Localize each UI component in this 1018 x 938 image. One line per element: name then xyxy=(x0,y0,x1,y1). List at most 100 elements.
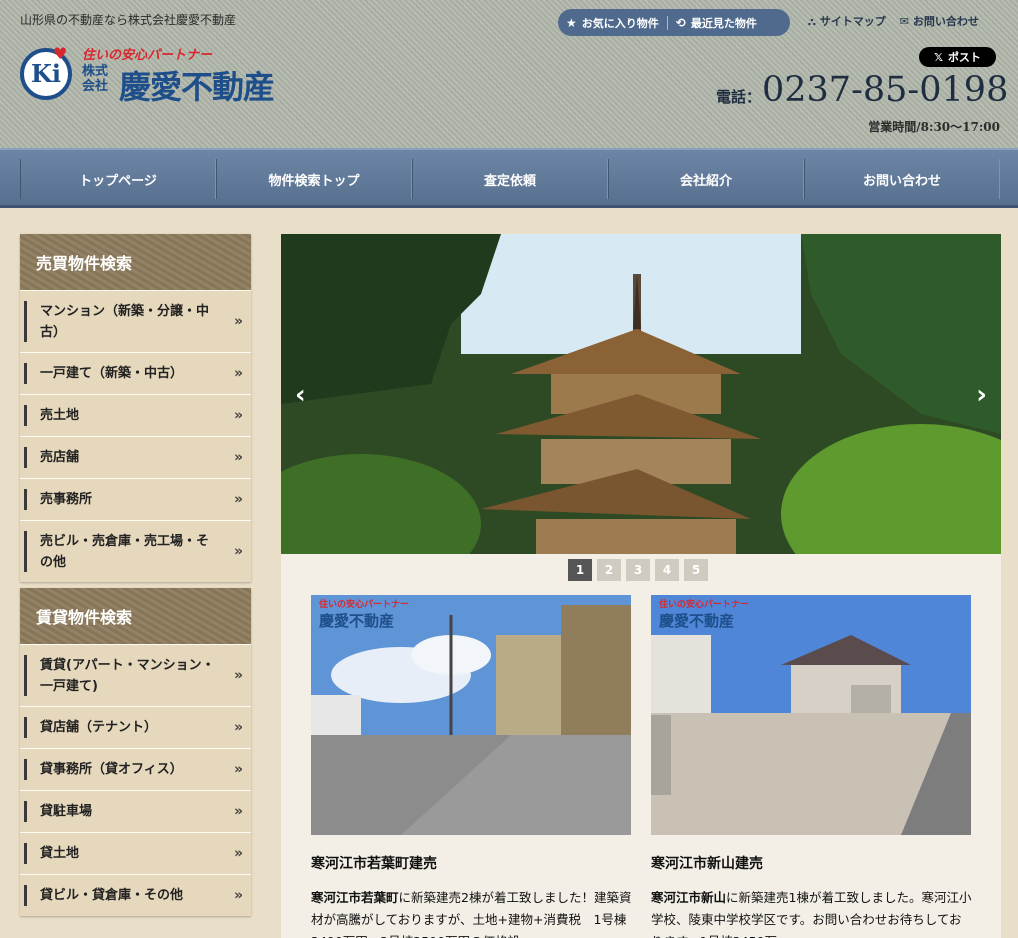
sidebar-item-label: 売店舗 xyxy=(40,450,80,465)
global-nav: トップページ 物件検索トップ 査定依頼 会社紹介 お問い合わせ xyxy=(0,148,1018,208)
nav-item-top[interactable]: トップページ xyxy=(20,159,216,199)
sitemap-label: サイトマップ xyxy=(819,15,886,28)
nav-item-appraisal[interactable]: 査定依頼 xyxy=(412,159,608,199)
sidebar-item-label: 貸事務所（貸オフィス） xyxy=(40,762,183,777)
property-title[interactable]: 寒河江市若葉町建売 xyxy=(311,853,631,873)
favorites-recent-pill: ★ お気に入り物件 ⟲ 最近見た物件 xyxy=(558,9,790,36)
logo-kaisha-text: 株式会社 xyxy=(82,64,109,94)
watermark-name: 慶愛不動産 xyxy=(319,612,395,630)
recent-label: 最近見た物件 xyxy=(690,16,757,30)
sidebar-item-label: 売ビル・売倉庫・売工場・その他 xyxy=(40,533,210,570)
sidebar-item-mansion[interactable]: マンション（新築・分譲・中古） » xyxy=(20,290,251,352)
sidebar-item-label: 一戸建て（新築・中古） xyxy=(40,366,184,381)
slider-next-arrow[interactable]: › xyxy=(976,380,987,410)
nav-item-company[interactable]: 会社紹介 xyxy=(608,159,804,199)
recent-button[interactable]: ⟲ 最近見た物件 xyxy=(668,15,765,31)
sidebar-item-land[interactable]: 売土地 » xyxy=(20,394,251,436)
sidebar-item-label: マンション（新築・分譲・中古） xyxy=(40,303,210,340)
double-chevron-right-icon: » xyxy=(233,491,243,507)
x-post-button[interactable]: 𝕏 ポスト xyxy=(919,47,996,67)
site-logo[interactable]: Ki ♥ 住いの安心パートナー 株式会社 慶愛不動産 xyxy=(20,44,320,106)
sitemap-icon: ⛬ xyxy=(808,15,816,28)
star-icon: ★ xyxy=(566,15,577,30)
main-content: ‹ › 1 2 3 4 5 住いの安心パートナー 慶愛不動産 寒河江市若葉町建売 … xyxy=(281,234,1001,938)
sidebar-item-shop[interactable]: 売店舗 » xyxy=(20,436,251,478)
property-lead: 寒河江市新山 xyxy=(651,890,727,905)
property-description: 寒河江市若葉町に新築建売2棟が着工致しました！建築資材が高騰がしておりますが、土… xyxy=(311,887,633,938)
slider-page-1[interactable]: 1 xyxy=(568,559,592,581)
favorites-button[interactable]: ★ お気に入り物件 xyxy=(558,15,667,31)
double-chevron-right-icon: » xyxy=(233,449,243,465)
slider-prev-arrow[interactable]: ‹ xyxy=(295,380,306,410)
double-chevron-right-icon: » xyxy=(233,761,243,777)
logo-partner-text: 住いの安心パートナー xyxy=(82,48,213,63)
house-lot-photo xyxy=(651,595,971,835)
sidebar-item-label: 貸店舗（テナント） xyxy=(40,720,158,735)
rent-search-block: 賃貸物件検索 賃貸(アパート・マンション・一戸建て) » 貸店舗（テナント） » 貸… xyxy=(20,588,251,916)
site-tagline: 山形県の不動産なら株式会社慶愛不動産 xyxy=(20,13,237,27)
watermark-partner: 住いの安心パートナー xyxy=(659,600,750,610)
double-chevron-right-icon: » xyxy=(233,407,243,423)
sidebar-item-office[interactable]: 売事務所 » xyxy=(20,478,251,520)
sidebar-item-label: 賃貸(アパート・マンション・一戸建て) xyxy=(40,657,215,694)
sidebar-item-rent-office[interactable]: 貸事務所（貸オフィス） » xyxy=(20,748,251,790)
x-logo-icon: 𝕏 xyxy=(934,50,943,64)
sidebar: 売買物件検索 マンション（新築・分譲・中古） » 一戸建て（新築・中古） » 売土地… xyxy=(20,234,251,922)
favorites-label: お気に入り物件 xyxy=(581,16,659,30)
double-chevron-right-icon: » xyxy=(233,887,243,903)
sale-search-block: 売買物件検索 マンション（新築・分譲・中古） » 一戸建て（新築・中古） » 売土地… xyxy=(20,234,251,582)
double-chevron-right-icon: » xyxy=(233,719,243,735)
property-card[interactable]: 住いの安心パートナー慶愛不動産 寒河江市新山建売 寒河江市新山に新築建売1棟が着… xyxy=(651,595,971,938)
property-title[interactable]: 寒河江市新山建売 xyxy=(651,853,971,873)
heart-icon: ♥ xyxy=(53,44,68,63)
sale-search-title: 売買物件検索 xyxy=(20,234,251,290)
sidebar-item-rent-building[interactable]: 貸ビル・貸倉庫・その他 » xyxy=(20,874,251,916)
tel-number[interactable]: 0237-85-0198 xyxy=(762,70,1008,110)
sidebar-item-parking[interactable]: 貸駐車場 » xyxy=(20,790,251,832)
property-watermark: 住いの安心パートナー慶愛不動産 xyxy=(659,601,749,631)
property-watermark: 住いの安心パートナー 慶愛不動産 xyxy=(319,601,409,631)
history-icon: ⟲ xyxy=(675,15,686,30)
contact-label: お問い合わせ xyxy=(912,15,979,28)
street-photo xyxy=(311,595,631,835)
slider-page-2[interactable]: 2 xyxy=(597,559,621,581)
double-chevron-right-icon: » xyxy=(233,543,243,559)
sidebar-item-rent-land[interactable]: 貸土地 » xyxy=(20,832,251,874)
envelope-icon: ✉ xyxy=(899,15,909,28)
logo-company-name: 慶愛不動産 xyxy=(119,68,275,106)
sidebar-item-label: 貸駐車場 xyxy=(40,804,93,819)
property-description: 寒河江市新山に新築建売1棟が着工致しました。寒河江小学校、陵東中学校学区です。お… xyxy=(651,887,973,938)
sidebar-item-label: 売事務所 xyxy=(40,492,93,507)
property-photo[interactable]: 住いの安心パートナー 慶愛不動産 xyxy=(311,595,631,835)
x-post-label: ポスト xyxy=(947,51,981,64)
double-chevron-right-icon: » xyxy=(233,365,243,381)
double-chevron-right-icon: » xyxy=(233,803,243,819)
rent-search-title: 賃貸物件検索 xyxy=(20,588,251,644)
sidebar-item-label: 売土地 xyxy=(40,408,80,423)
nav-item-contact[interactable]: お問い合わせ xyxy=(804,159,1000,199)
sidebar-item-label: 貸ビル・貸倉庫・その他 xyxy=(40,888,184,903)
sidebar-item-rental[interactable]: 賃貸(アパート・マンション・一戸建て) » xyxy=(20,644,251,706)
sidebar-item-rent-shop[interactable]: 貸店舗（テナント） » xyxy=(20,706,251,748)
slider-pagination: 1 2 3 4 5 xyxy=(568,559,708,581)
double-chevron-right-icon: » xyxy=(233,845,243,861)
nav-item-search-top[interactable]: 物件検索トップ xyxy=(216,159,412,199)
hero-slider: ‹ › xyxy=(281,234,1001,554)
sitemap-link[interactable]: ⛬ サイトマップ xyxy=(808,13,886,29)
double-chevron-right-icon: » xyxy=(233,667,243,683)
business-hours: 営業時間/8:30～17:00 xyxy=(868,120,1000,134)
tel-label: 電話： xyxy=(716,88,762,106)
property-lead: 寒河江市若葉町 xyxy=(311,890,399,905)
double-chevron-right-icon: » xyxy=(233,313,243,329)
property-photo[interactable]: 住いの安心パートナー慶愛不動産 xyxy=(651,595,971,835)
slider-page-5[interactable]: 5 xyxy=(684,559,708,581)
slider-page-3[interactable]: 3 xyxy=(626,559,650,581)
site-header: 山形県の不動産なら株式会社慶愛不動産 Ki ♥ 住いの安心パートナー 株式会社 … xyxy=(0,0,1018,148)
sidebar-item-house[interactable]: 一戸建て（新築・中古） » xyxy=(20,352,251,394)
property-card[interactable]: 住いの安心パートナー 慶愛不動産 寒河江市若葉町建売 寒河江市若葉町に新築建売2棟… xyxy=(311,595,631,938)
contact-link[interactable]: ✉ お問い合わせ xyxy=(900,13,979,29)
slider-page-4[interactable]: 4 xyxy=(655,559,679,581)
sidebar-item-label: 貸土地 xyxy=(40,846,80,861)
sidebar-item-building[interactable]: 売ビル・売倉庫・売工場・その他 » xyxy=(20,520,251,582)
watermark-name: 慶愛不動産 xyxy=(659,612,735,630)
